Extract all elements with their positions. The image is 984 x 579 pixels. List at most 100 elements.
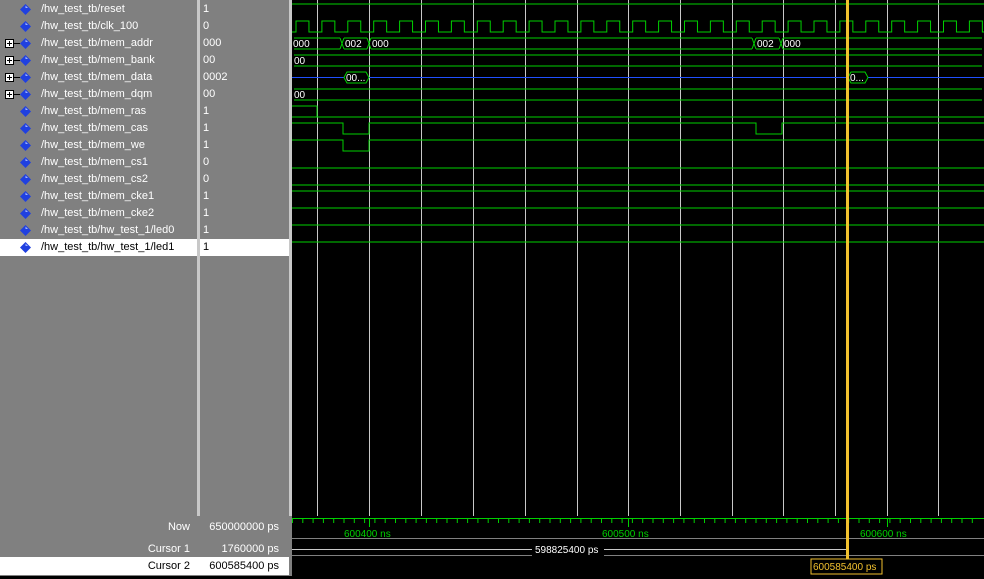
signal-name: /hw_test_tb/mem_addr: [41, 37, 153, 49]
bus-label-addr: 000: [293, 39, 310, 50]
signal-value: 1: [203, 139, 210, 151]
signal-name: /hw_test_tb/hw_test_1/led1: [41, 241, 175, 253]
signal-value: 1: [203, 241, 210, 253]
bus-label-addr: 000: [372, 39, 389, 50]
diamond-icon: [20, 174, 31, 185]
diamond-icon: [20, 123, 31, 134]
now-label: Now: [167, 521, 190, 533]
cursor2-line: [846, 0, 849, 516]
signal-row[interactable]: /hw_test_tb/reset: [0, 1, 197, 18]
signal-row[interactable]: /hw_test_tb/mem_dqm: [0, 86, 197, 103]
diamond-icon: [20, 208, 31, 219]
signal-row[interactable]: /hw_test_tb/mem_cke2: [0, 205, 197, 222]
bus-label-data: 00...: [346, 73, 365, 84]
signal-row[interactable]: /hw_test_tb/mem_ras: [0, 103, 197, 120]
signal-value-row: 1: [200, 103, 289, 120]
now-value: 650000000 ps: [209, 521, 279, 533]
signal-name: /hw_test_tb/clk_100: [41, 20, 139, 32]
cursor2-row[interactable]: Cursor 2 600585400 ps: [0, 557, 289, 575]
timeline-area[interactable]: 600400 ns 600500 ns 600600 ns 598825400 ps 6…: [292, 516, 984, 576]
signal-name: /hw_test_tb/mem_bank: [41, 54, 155, 66]
diamond-icon: [20, 106, 31, 117]
signal-value: 0: [203, 173, 210, 185]
signal-value: 00: [203, 88, 216, 100]
signal-value: 1: [203, 105, 210, 117]
signal-value: 1: [203, 122, 210, 134]
diamond-icon: [20, 225, 31, 236]
signal-row[interactable]: /hw_test_tb/mem_we: [0, 137, 197, 154]
plus-box-icon[interactable]: [5, 39, 14, 48]
diamond-icon: [20, 140, 31, 151]
signal-row[interactable]: /hw_test_tb/mem_data: [0, 69, 197, 86]
bus-label-addr: 002: [757, 39, 774, 50]
bus-label-data: 0...: [850, 73, 864, 84]
cursor1-label: Cursor 1: [147, 543, 190, 555]
signal-name: /hw_test_tb/reset: [41, 3, 125, 15]
signal-row[interactable]: /hw_test_tb/hw_test_1/led0: [0, 222, 197, 239]
signal-row[interactable]: /hw_test_tb/mem_cs1: [0, 154, 197, 171]
signal-value: 0: [203, 156, 210, 168]
cursor2-label: Cursor 2: [147, 560, 190, 572]
signal-value-row: 0002: [200, 69, 289, 86]
signal-row[interactable]: /hw_test_tb/mem_cs2: [0, 171, 197, 188]
signal-value-row: 00: [200, 86, 289, 103]
cursor2-readout: 600585400 ps: [813, 562, 876, 573]
signal-value: 1: [203, 207, 210, 219]
diamond-icon: [20, 242, 31, 253]
timeline-canvas[interactable]: 600400 ns 600500 ns 600600 ns598825400 ps6…: [292, 516, 984, 576]
signal-row[interactable]: /hw_test_tb/mem_cke1: [0, 188, 197, 205]
diamond-icon: [20, 38, 31, 49]
bus-label-addr: 000: [784, 39, 801, 50]
wave-ras: [292, 105, 984, 118]
cursor2-line-timeline: [846, 516, 849, 560]
signal-row[interactable]: /hw_test_tb/mem_addr: [0, 35, 197, 52]
signal-name: /hw_test_tb/hw_test_1/led0: [41, 224, 175, 236]
signal-name: /hw_test_tb/mem_cs2: [41, 173, 148, 185]
signal-value-row: 1: [200, 205, 289, 222]
wave-clk: [292, 20, 984, 33]
wave-cas: [292, 122, 984, 135]
signal-name: /hw_test_tb/mem_cke1: [41, 190, 155, 202]
signal-value: 0: [203, 20, 210, 32]
signal-name: /hw_test_tb/mem_ras: [41, 105, 147, 117]
signal-row[interactable]: /hw_test_tb/mem_cas: [0, 120, 197, 137]
bus-label-bank: 00: [294, 56, 306, 67]
plus-box-icon[interactable]: [5, 73, 14, 82]
diamond-icon: [20, 72, 31, 83]
diamond-icon: [20, 191, 31, 202]
waveform-pane[interactable]: 000 002 000 002 000 00 00... 0... 00: [292, 0, 984, 516]
signal-value: 1: [203, 190, 210, 202]
diamond-icon: [20, 157, 31, 168]
signal-row[interactable]: /hw_test_tb/clk_100: [0, 18, 197, 35]
diamond-icon: [20, 55, 31, 66]
signal-value-row: 1: [200, 239, 289, 256]
cursor-delta-readout: 598825400 ps: [535, 545, 598, 556]
signal-value-row: 1: [200, 222, 289, 239]
signal-name: /hw_test_tb/mem_cas: [41, 122, 148, 134]
plus-box-icon[interactable]: [5, 56, 14, 65]
wave-we: [292, 139, 984, 152]
plus-box-icon[interactable]: [5, 90, 14, 99]
cursor1-value: 1760000 ps: [221, 543, 280, 555]
signal-names-pane: /hw_test_tb/reset/hw_test_tb/clk_100/hw_…: [0, 0, 197, 516]
signal-name: /hw_test_tb/mem_dqm: [41, 88, 153, 100]
signal-name: /hw_test_tb/mem_we: [41, 139, 145, 151]
waveform-canvas[interactable]: 000 002 000 002 0000000... 0...00: [292, 0, 984, 516]
diamond-icon: [20, 4, 31, 15]
signal-value-row: 0: [200, 171, 289, 188]
signal-row[interactable]: /hw_test_tb/mem_bank: [0, 52, 197, 69]
signal-value: 1: [203, 3, 210, 15]
diamond-icon: [20, 89, 31, 100]
signal-name: /hw_test_tb/mem_cke2: [41, 207, 155, 219]
signal-value: 00: [203, 54, 216, 66]
signal-value-row: 1: [200, 120, 289, 137]
signal-value-row: 1: [200, 1, 289, 18]
diamond-icon: [20, 21, 31, 32]
signal-name: /hw_test_tb/mem_data: [41, 71, 153, 83]
signal-value-row: 1: [200, 188, 289, 205]
signal-value-row: 0: [200, 18, 289, 35]
signal-row[interactable]: /hw_test_tb/hw_test_1/led1: [0, 239, 197, 256]
bus-label-dqm: 00: [294, 90, 306, 101]
bus-label-addr: 002: [345, 39, 362, 50]
signal-name: /hw_test_tb/mem_cs1: [41, 156, 148, 168]
